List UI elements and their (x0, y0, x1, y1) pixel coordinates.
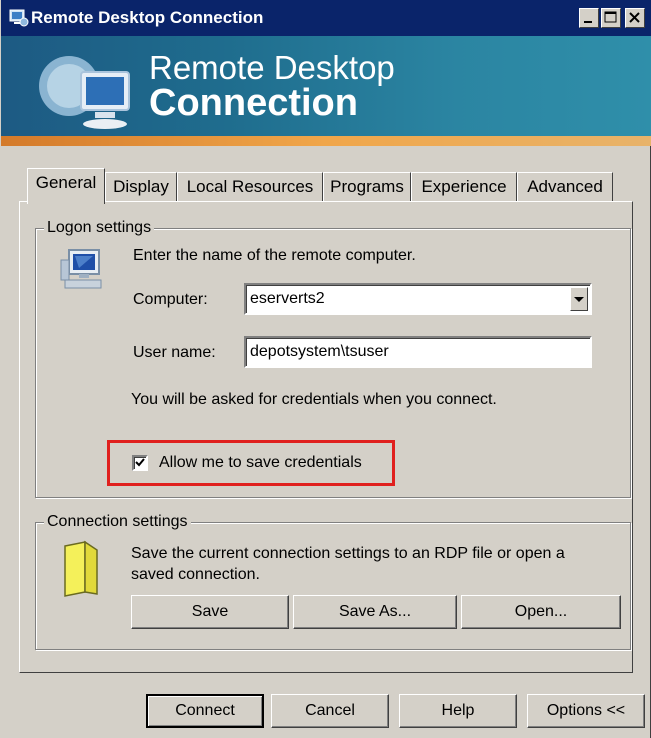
connection-settings-group: Connection settings (35, 512, 631, 650)
connection-settings-legend: Connection settings (44, 512, 191, 532)
banner-stripe (1, 136, 651, 146)
credentials-note: You will be asked for credentials when y… (131, 391, 497, 408)
tab-advanced[interactable]: Advanced (517, 172, 613, 202)
tab-experience[interactable]: Experience (411, 172, 517, 202)
banner-title-line2: Connection (149, 82, 358, 124)
username-value: depotsystem\tsuser (250, 343, 389, 360)
tab-label: Display (113, 177, 169, 196)
tab-label: General (35, 173, 97, 192)
help-button[interactable]: Help (399, 694, 517, 728)
tab-display[interactable]: Display (105, 172, 177, 202)
header-banner: Remote Desktop Connection (1, 36, 651, 146)
logon-intro-text: Enter the name of the remote computer. (133, 247, 416, 264)
maximize-button[interactable] (601, 8, 621, 28)
options-button[interactable]: Options << (527, 694, 645, 728)
close-button[interactable] (625, 8, 645, 28)
remote-desktop-window: Remote Desktop Connection Remote Desktop… (0, 0, 651, 738)
computer-combobox[interactable]: eserverts2 (244, 283, 592, 315)
title-bar[interactable]: Remote Desktop Connection (1, 0, 651, 36)
username-label: User name: (133, 344, 216, 361)
cancel-button[interactable]: Cancel (271, 694, 389, 728)
minimize-button[interactable] (579, 8, 599, 28)
computer-value: eserverts2 (250, 290, 325, 307)
minimize-icon (584, 21, 592, 23)
save-credentials-highlight (107, 440, 395, 486)
folder-icon (64, 540, 98, 597)
banner-title-line1: Remote Desktop (149, 49, 395, 86)
tab-programs[interactable]: Programs (323, 172, 411, 202)
computer-label: Computer: (133, 291, 208, 308)
chevron-down-icon (574, 297, 584, 302)
username-field[interactable]: depotsystem\tsuser (244, 336, 592, 368)
save-as-button[interactable]: Save As... (293, 595, 457, 629)
window-title: Remote Desktop Connection (31, 8, 264, 27)
tab-strip: General Display Local Resources Programs… (1, 168, 651, 204)
tab-label: Local Resources (186, 177, 314, 196)
open-button[interactable]: Open... (461, 595, 621, 629)
connect-button[interactable]: Connect (146, 694, 264, 728)
tab-local-resources[interactable]: Local Resources (177, 172, 323, 202)
close-icon (629, 12, 640, 23)
computer-dropdown-button[interactable] (570, 287, 588, 311)
tab-label: Experience (421, 177, 507, 196)
remote-desktop-icon (9, 9, 29, 27)
maximize-icon (604, 11, 617, 23)
tab-label: Advanced (527, 177, 603, 196)
computer-icon (60, 249, 102, 289)
connection-description-line2: saved connection. (131, 566, 260, 583)
tab-general[interactable]: General (27, 168, 105, 204)
connection-description-line1: Save the current connection settings to … (131, 545, 565, 562)
save-button[interactable]: Save (131, 595, 289, 629)
logon-settings-legend: Logon settings (44, 218, 155, 238)
remote-desktop-banner-icon (39, 56, 130, 129)
tab-label: Programs (330, 177, 404, 196)
